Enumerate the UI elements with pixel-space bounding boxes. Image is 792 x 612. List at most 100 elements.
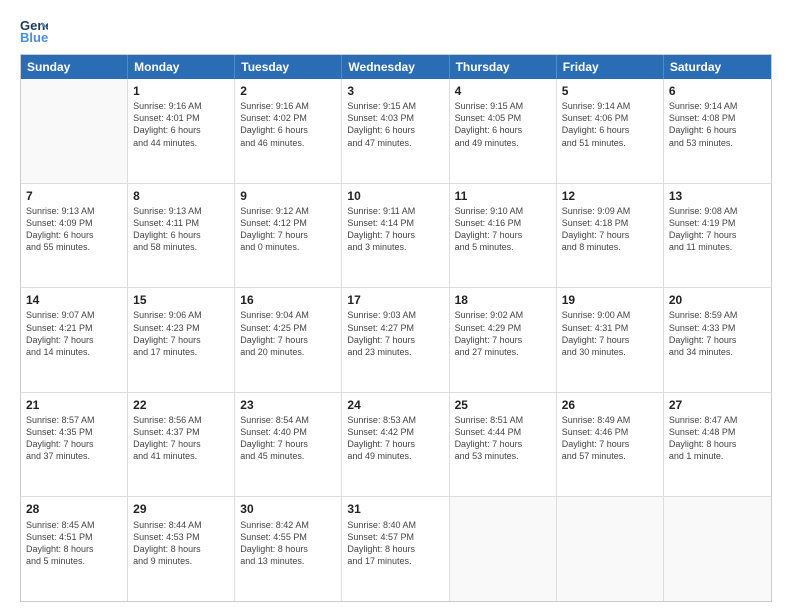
calendar-week: 21Sunrise: 8:57 AMSunset: 4:35 PMDayligh…	[21, 393, 771, 498]
weekday-header: Tuesday	[235, 55, 342, 79]
day-number: 24	[347, 397, 443, 413]
day-info: Sunrise: 9:09 AMSunset: 4:18 PMDaylight:…	[562, 205, 658, 254]
calendar-day: 30 Sunrise: 8:42 AMSunset: 4:55 PMDayligh…	[235, 497, 342, 601]
calendar-day: 21Sunrise: 8:57 AMSunset: 4:35 PMDayligh…	[21, 393, 128, 497]
day-number: 25	[455, 397, 551, 413]
calendar-day: 20Sunrise: 8:59 AMSunset: 4:33 PMDayligh…	[664, 288, 771, 392]
day-info: Sunrise: 8:42 AMSunset: 4:55 PMDaylight:…	[240, 519, 336, 568]
day-info: Sunrise: 9:14 AMSunset: 4:08 PMDaylight:…	[669, 100, 766, 149]
day-info: Sunrise: 9:00 AMSunset: 4:31 PMDaylight:…	[562, 309, 658, 358]
calendar-day	[664, 497, 771, 601]
calendar-day: 13Sunrise: 9:08 AMSunset: 4:19 PMDayligh…	[664, 184, 771, 288]
weekday-header: Friday	[557, 55, 664, 79]
day-number: 11	[455, 188, 551, 204]
logo-icon: General Blue	[20, 16, 48, 44]
day-number: 27	[669, 397, 766, 413]
day-info: Sunrise: 8:44 AMSunset: 4:53 PMDaylight:…	[133, 519, 229, 568]
day-number: 8	[133, 188, 229, 204]
header: General Blue	[20, 16, 772, 44]
calendar-day: 14Sunrise: 9:07 AMSunset: 4:21 PMDayligh…	[21, 288, 128, 392]
calendar-day: 26Sunrise: 8:49 AMSunset: 4:46 PMDayligh…	[557, 393, 664, 497]
weekday-header: Saturday	[664, 55, 771, 79]
day-info: Sunrise: 8:49 AMSunset: 4:46 PMDaylight:…	[562, 414, 658, 463]
svg-text:Blue: Blue	[20, 30, 48, 44]
day-info: Sunrise: 9:15 AMSunset: 4:03 PMDaylight:…	[347, 100, 443, 149]
calendar-day: 5Sunrise: 9:14 AMSunset: 4:06 PMDaylight…	[557, 79, 664, 183]
day-info: Sunrise: 9:04 AMSunset: 4:25 PMDaylight:…	[240, 309, 336, 358]
calendar-day: 4Sunrise: 9:15 AMSunset: 4:05 PMDaylight…	[450, 79, 557, 183]
day-info: Sunrise: 9:16 AMSunset: 4:01 PMDaylight:…	[133, 100, 229, 149]
day-number: 3	[347, 83, 443, 99]
day-number: 12	[562, 188, 658, 204]
day-info: Sunrise: 9:10 AMSunset: 4:16 PMDaylight:…	[455, 205, 551, 254]
calendar-day: 12Sunrise: 9:09 AMSunset: 4:18 PMDayligh…	[557, 184, 664, 288]
day-info: Sunrise: 9:13 AMSunset: 4:09 PMDaylight:…	[26, 205, 122, 254]
day-number: 29	[133, 501, 229, 517]
day-number: 30	[240, 501, 336, 517]
calendar-day: 10Sunrise: 9:11 AMSunset: 4:14 PMDayligh…	[342, 184, 449, 288]
day-number: 7	[26, 188, 122, 204]
calendar-header: SundayMondayTuesdayWednesdayThursdayFrid…	[21, 55, 771, 79]
calendar-day: 9Sunrise: 9:12 AMSunset: 4:12 PMDaylight…	[235, 184, 342, 288]
calendar-day: 8Sunrise: 9:13 AMSunset: 4:11 PMDaylight…	[128, 184, 235, 288]
day-info: Sunrise: 8:56 AMSunset: 4:37 PMDaylight:…	[133, 414, 229, 463]
day-info: Sunrise: 9:11 AMSunset: 4:14 PMDaylight:…	[347, 205, 443, 254]
day-number: 26	[562, 397, 658, 413]
day-info: Sunrise: 8:57 AMSunset: 4:35 PMDaylight:…	[26, 414, 122, 463]
weekday-header: Sunday	[21, 55, 128, 79]
day-number: 21	[26, 397, 122, 413]
calendar-day	[450, 497, 557, 601]
calendar-day: 25Sunrise: 8:51 AMSunset: 4:44 PMDayligh…	[450, 393, 557, 497]
day-info: Sunrise: 9:13 AMSunset: 4:11 PMDaylight:…	[133, 205, 229, 254]
calendar-day: 29 Sunrise: 8:44 AMSunset: 4:53 PMDayligh…	[128, 497, 235, 601]
weekday-header: Thursday	[450, 55, 557, 79]
day-number: 4	[455, 83, 551, 99]
day-info: Sunrise: 8:59 AMSunset: 4:33 PMDaylight:…	[669, 309, 766, 358]
calendar-week: 14Sunrise: 9:07 AMSunset: 4:21 PMDayligh…	[21, 288, 771, 393]
calendar-day: 16Sunrise: 9:04 AMSunset: 4:25 PMDayligh…	[235, 288, 342, 392]
day-info: Sunrise: 9:07 AMSunset: 4:21 PMDaylight:…	[26, 309, 122, 358]
day-number: 22	[133, 397, 229, 413]
day-info: Sunrise: 8:53 AMSunset: 4:42 PMDaylight:…	[347, 414, 443, 463]
day-number: 10	[347, 188, 443, 204]
day-info: Sunrise: 9:08 AMSunset: 4:19 PMDaylight:…	[669, 205, 766, 254]
day-info: Sunrise: 9:06 AMSunset: 4:23 PMDaylight:…	[133, 309, 229, 358]
calendar-day: 19Sunrise: 9:00 AMSunset: 4:31 PMDayligh…	[557, 288, 664, 392]
day-info: Sunrise: 9:02 AMSunset: 4:29 PMDaylight:…	[455, 309, 551, 358]
calendar-day: 28Sunrise: 8:45 AMSunset: 4:51 PMDayligh…	[21, 497, 128, 601]
calendar-week: 7Sunrise: 9:13 AMSunset: 4:09 PMDaylight…	[21, 184, 771, 289]
calendar-day: 15Sunrise: 9:06 AMSunset: 4:23 PMDayligh…	[128, 288, 235, 392]
day-number: 28	[26, 501, 122, 517]
day-number: 9	[240, 188, 336, 204]
weekday-header: Wednesday	[342, 55, 449, 79]
day-info: Sunrise: 9:16 AMSunset: 4:02 PMDaylight:…	[240, 100, 336, 149]
calendar-day: 18Sunrise: 9:02 AMSunset: 4:29 PMDayligh…	[450, 288, 557, 392]
calendar-day: 31 Sunrise: 8:40 AMSunset: 4:57 PMDayligh…	[342, 497, 449, 601]
calendar-day: 24Sunrise: 8:53 AMSunset: 4:42 PMDayligh…	[342, 393, 449, 497]
day-number: 1	[133, 83, 229, 99]
day-info: Sunrise: 8:54 AMSunset: 4:40 PMDaylight:…	[240, 414, 336, 463]
day-number: 15	[133, 292, 229, 308]
calendar-day: 6Sunrise: 9:14 AMSunset: 4:08 PMDaylight…	[664, 79, 771, 183]
calendar-day: 22Sunrise: 8:56 AMSunset: 4:37 PMDayligh…	[128, 393, 235, 497]
day-number: 2	[240, 83, 336, 99]
calendar-day: 17Sunrise: 9:03 AMSunset: 4:27 PMDayligh…	[342, 288, 449, 392]
calendar-week: 1Sunrise: 9:16 AMSunset: 4:01 PMDaylight…	[21, 79, 771, 184]
day-number: 31	[347, 501, 443, 517]
day-info: Sunrise: 9:14 AMSunset: 4:06 PMDaylight:…	[562, 100, 658, 149]
day-info: Sunrise: 8:40 AMSunset: 4:57 PMDaylight:…	[347, 519, 443, 568]
day-number: 17	[347, 292, 443, 308]
day-info: Sunrise: 9:12 AMSunset: 4:12 PMDaylight:…	[240, 205, 336, 254]
page: General Blue SundayMondayTuesdayWednesda…	[0, 0, 792, 612]
logo: General Blue	[20, 16, 52, 44]
calendar: SundayMondayTuesdayWednesdayThursdayFrid…	[20, 54, 772, 602]
calendar-day	[21, 79, 128, 183]
calendar-day: 23Sunrise: 8:54 AMSunset: 4:40 PMDayligh…	[235, 393, 342, 497]
calendar-day: 3Sunrise: 9:15 AMSunset: 4:03 PMDaylight…	[342, 79, 449, 183]
day-info: Sunrise: 9:03 AMSunset: 4:27 PMDaylight:…	[347, 309, 443, 358]
day-info: Sunrise: 8:51 AMSunset: 4:44 PMDaylight:…	[455, 414, 551, 463]
weekday-header: Monday	[128, 55, 235, 79]
day-number: 23	[240, 397, 336, 413]
day-info: Sunrise: 9:15 AMSunset: 4:05 PMDaylight:…	[455, 100, 551, 149]
calendar-day: 27Sunrise: 8:47 AMSunset: 4:48 PMDayligh…	[664, 393, 771, 497]
